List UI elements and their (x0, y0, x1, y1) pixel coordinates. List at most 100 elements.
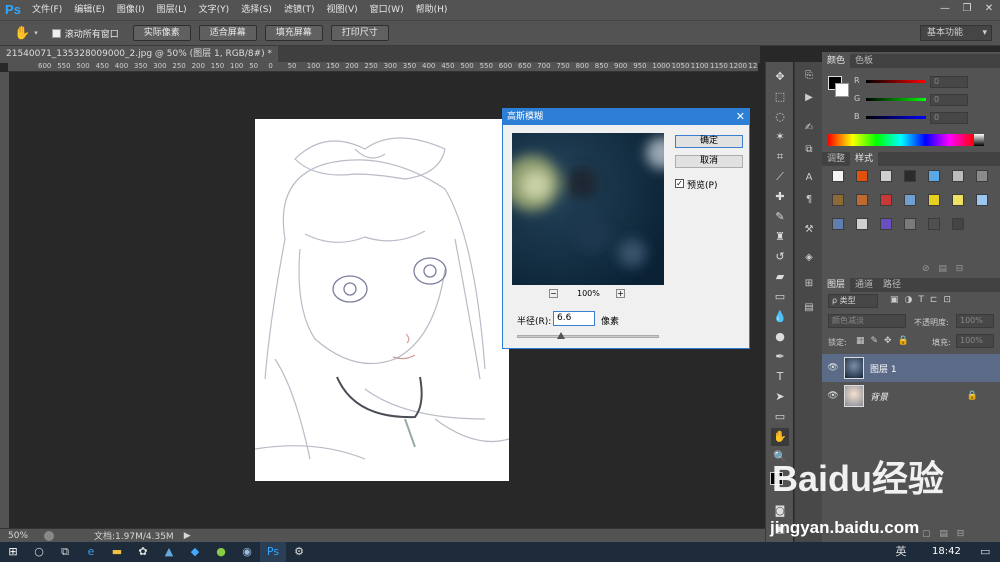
green-value-field[interactable]: 0 (930, 94, 968, 106)
fill-field[interactable]: 100% (956, 334, 994, 348)
tab-paths[interactable]: 路径 (878, 278, 906, 292)
workspace-select[interactable]: 基本功能 ▾ (920, 25, 992, 41)
style-swatch[interactable] (928, 218, 940, 230)
preview-checkbox[interactable]: ✓ (675, 179, 684, 188)
menu-item[interactable]: 滤镜(T) (278, 0, 321, 20)
style-swatch[interactable] (904, 170, 916, 182)
layer-row[interactable]: 👁 图层 1 (822, 354, 1000, 382)
layers-footer-icons[interactable]: ▢ ▤ ⊟ (922, 529, 964, 539)
blur-preview[interactable] (512, 133, 664, 285)
pen-tool-icon[interactable]: ✒ (771, 348, 789, 366)
opacity-field[interactable]: 100% (956, 314, 994, 328)
menu-item[interactable]: 图层(L) (151, 0, 193, 20)
menu-item[interactable]: 选择(S) (235, 0, 278, 20)
marquee-tool-icon[interactable]: ⬚ (771, 88, 789, 106)
style-swatch[interactable] (952, 218, 964, 230)
magic-wand-tool-icon[interactable]: ✶ (771, 128, 789, 146)
eye-icon[interactable]: 👁 (822, 391, 844, 401)
status-menu-arrow-icon[interactable]: ▶ (184, 531, 191, 541)
clock[interactable]: 18:42 (932, 546, 961, 557)
style-swatch[interactable] (880, 194, 892, 206)
actual-pixels-button[interactable]: 实际像素 (132, 25, 191, 41)
menu-item[interactable]: 图像(I) (111, 0, 151, 20)
status-info-icon[interactable] (44, 530, 55, 541)
style-swatch[interactable] (904, 218, 916, 230)
clone-stamp-tool-icon[interactable]: ♜ (771, 228, 789, 246)
3d-panel-icon[interactable]: ◈ (801, 250, 817, 266)
gradient-tool-icon[interactable]: ▭ (771, 288, 789, 306)
brush-tool-icon[interactable]: ✎ (771, 208, 789, 226)
eyedropper-tool-icon[interactable]: ⟋ (771, 168, 789, 186)
path-selection-tool-icon[interactable]: ➤ (771, 388, 789, 406)
dodge-tool-icon[interactable]: ● (771, 328, 789, 346)
tool-preset-dropdown-icon[interactable]: ▾ (34, 29, 38, 37)
history-brush-tool-icon[interactable]: ↺ (771, 248, 789, 266)
style-swatch[interactable] (880, 170, 892, 182)
ime-language-indicator[interactable]: 英 (888, 542, 914, 562)
style-swatch[interactable] (856, 170, 868, 182)
radius-input[interactable]: 6.6 (553, 311, 595, 326)
style-swatch[interactable] (928, 170, 940, 182)
tab-channels[interactable]: 通道 (850, 278, 878, 292)
ok-button[interactable]: 确定 (675, 135, 743, 148)
crop-tool-icon[interactable]: ⌗ (771, 148, 789, 166)
fill-screen-button[interactable]: 填充屏幕 (264, 25, 323, 41)
style-swatch[interactable] (976, 194, 988, 206)
blend-mode-select[interactable]: 颜色减淡 (828, 314, 906, 328)
style-swatch[interactable] (952, 194, 964, 206)
zoom-in-button[interactable]: + (616, 289, 625, 298)
healing-brush-tool-icon[interactable]: ✚ (771, 188, 789, 206)
color-bg-swatch[interactable] (835, 83, 849, 97)
measurement-icon[interactable]: ⊞ (801, 276, 817, 292)
lock-icons[interactable]: ▦✎✥🔒 (856, 336, 915, 346)
hand-tool-icon[interactable]: ✋ (14, 26, 30, 41)
app-icon[interactable]: ▲ (156, 542, 182, 562)
tab-styles[interactable]: 样式 (850, 152, 879, 166)
lasso-tool-icon[interactable]: ◌ (771, 108, 789, 126)
document-tab[interactable]: 21540071_135328009000_2.jpg @ 50% (图层 1,… (0, 46, 279, 63)
app-icon[interactable]: ◉ (234, 542, 260, 562)
file-explorer-icon[interactable]: ▬ (104, 542, 130, 562)
tab-color[interactable]: 颜色 (822, 54, 851, 68)
menu-item[interactable]: 视图(V) (320, 0, 363, 20)
menu-item[interactable]: 编辑(E) (68, 0, 111, 20)
menu-item[interactable]: 帮助(H) (410, 0, 454, 20)
style-swatch[interactable] (976, 170, 988, 182)
layer-kind-filter[interactable]: ρ 类型 (828, 294, 878, 308)
type-tool-icon[interactable]: T (771, 368, 789, 386)
red-value-field[interactable]: 0 (930, 76, 968, 88)
style-swatch[interactable] (832, 170, 844, 182)
dialog-close-button[interactable]: ✕ (736, 109, 745, 125)
tool-presets-icon[interactable]: ⚒ (801, 222, 817, 238)
edge-browser-icon[interactable]: e (78, 542, 104, 562)
radius-slider-thumb[interactable] (557, 332, 565, 339)
character-panel-icon[interactable]: A (801, 170, 817, 186)
history-panel-icon[interactable]: ⎘ (801, 68, 817, 84)
menu-item[interactable]: 文字(Y) (193, 0, 236, 20)
brush-panel-icon[interactable]: ✍ (801, 120, 817, 136)
notification-icon[interactable]: ▭ (980, 545, 990, 558)
restore-button[interactable]: ❐ (956, 0, 978, 18)
grayscale-ramp[interactable] (974, 134, 984, 146)
app-icon[interactable]: ◆ (182, 542, 208, 562)
play-actions-icon[interactable]: ▶ (801, 90, 817, 106)
cancel-button[interactable]: 取消 (675, 155, 743, 168)
hand-tool-icon[interactable]: ✋ (771, 428, 789, 446)
task-view-icon[interactable]: ⧉ (52, 542, 78, 562)
paragraph-panel-icon[interactable]: ¶ (801, 192, 817, 208)
style-swatch[interactable] (832, 194, 844, 206)
minimize-button[interactable]: — (934, 0, 956, 18)
style-swatch[interactable] (880, 218, 892, 230)
zoom-out-button[interactable]: − (549, 289, 558, 298)
print-size-button[interactable]: 打印尺寸 (330, 25, 389, 41)
layer-name[interactable]: 图层 1 (870, 362, 897, 375)
photoshop-taskbar-icon[interactable]: Ps (260, 542, 286, 562)
blue-value-field[interactable]: 0 (930, 112, 968, 124)
layer-filter-icons[interactable]: ▣◑T⊏⊡ (890, 295, 957, 305)
red-slider[interactable] (866, 80, 926, 83)
style-swatch[interactable] (904, 194, 916, 206)
close-button[interactable]: ✕ (978, 0, 1000, 18)
style-swatch[interactable] (832, 218, 844, 230)
scroll-all-checkbox[interactable] (51, 28, 61, 38)
blue-slider[interactable] (866, 116, 926, 119)
